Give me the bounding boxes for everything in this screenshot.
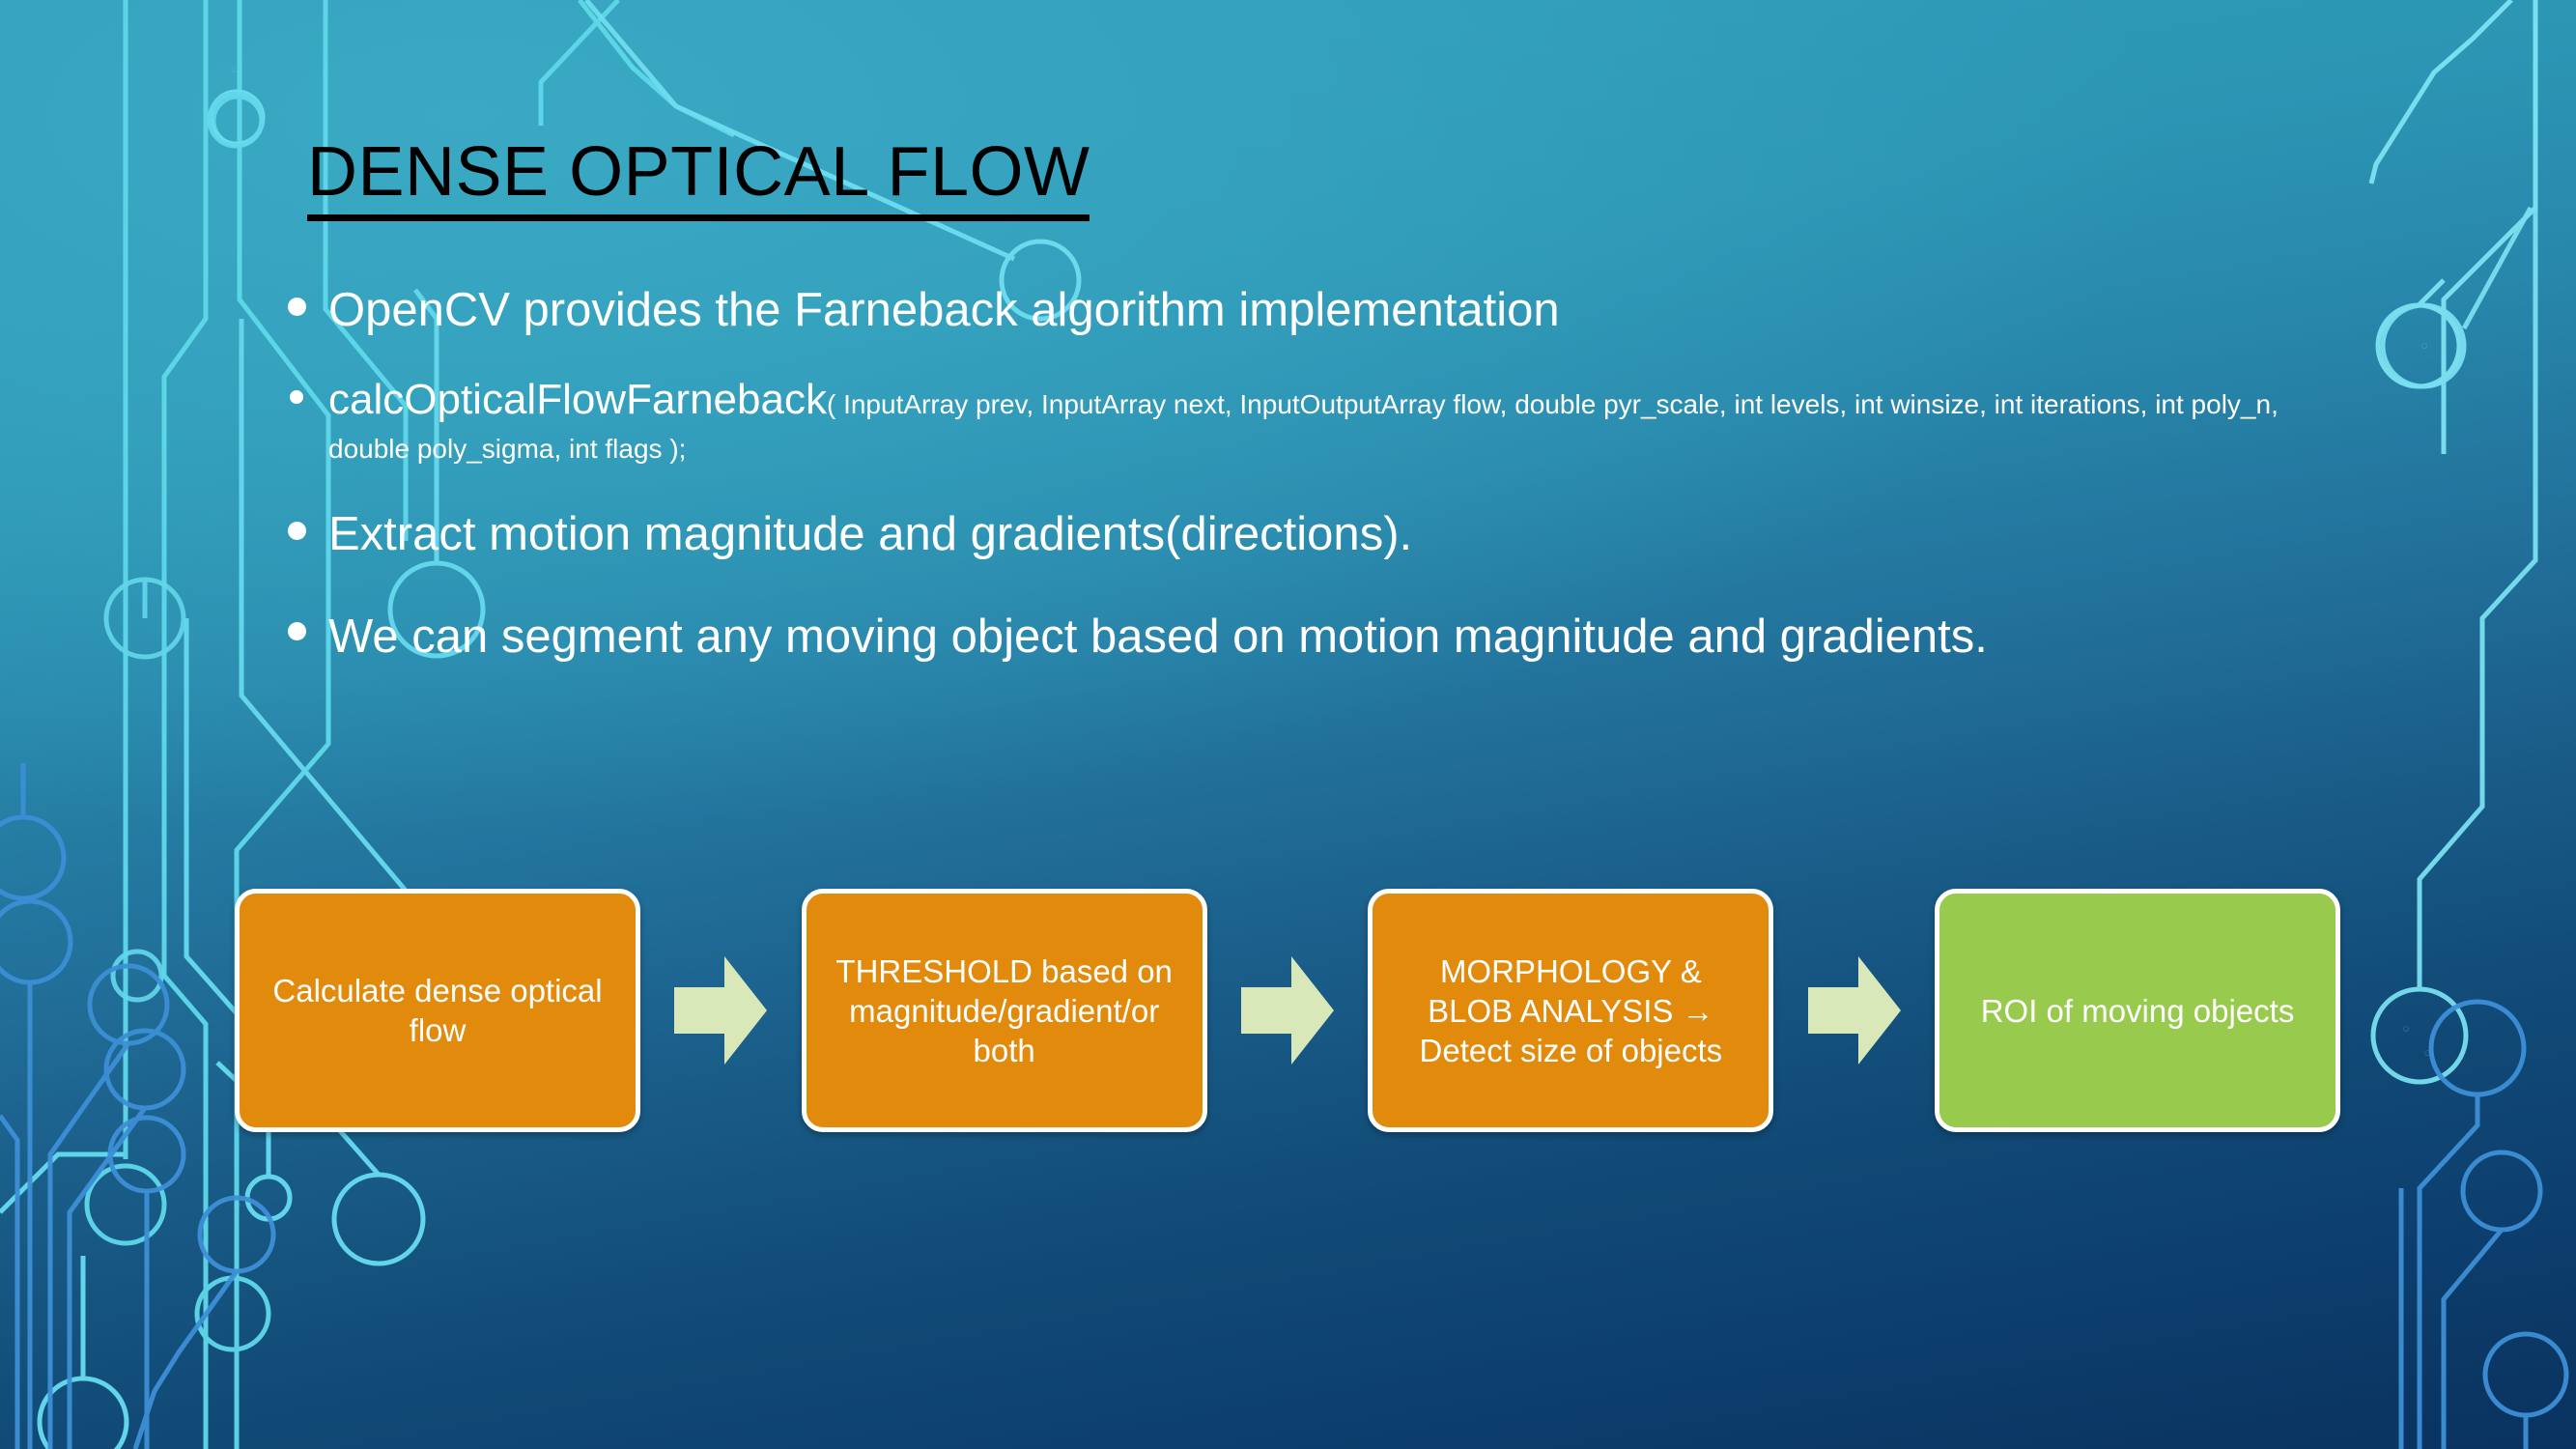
step-line: magnitude/gradient/or	[849, 992, 1160, 1029]
function-args-line-2: double poly_sigma, int flags );	[328, 434, 687, 464]
process-flow: Calculate dense optical flow THRESHOLD b…	[235, 889, 2341, 1132]
bullet-dot-icon	[290, 390, 303, 404]
step-morphology-label: MORPHOLOGY & BLOB ANALYSIS → Detect size…	[1420, 952, 1723, 1070]
step-line: THRESHOLD based on	[835, 952, 1173, 989]
bullet-extract-text: Extract motion magnitude and gradients(d…	[328, 508, 1413, 560]
function-args-line-1: ( InputArray prev, InputArray next, Inpu…	[826, 389, 2279, 419]
step-line: Calculate dense optical	[272, 973, 603, 1009]
bullet-segment: We can segment any moving object based o…	[276, 595, 2334, 678]
slide-body: OpenCV provides the Farneback algorithm …	[276, 282, 2334, 678]
bullet-extract: Extract motion magnitude and gradients(d…	[276, 506, 2334, 562]
step-threshold[interactable]: THRESHOLD based on magnitude/gradient/or…	[801, 889, 1207, 1132]
arrow-2	[1207, 956, 1369, 1065]
step-line: ROI of moving objects	[1980, 992, 2295, 1029]
step-threshold-label: THRESHOLD based on magnitude/gradient/or…	[835, 952, 1172, 1070]
arrow-1	[640, 956, 802, 1065]
bullet-opencv: OpenCV provides the Farneback algorithm …	[276, 282, 2334, 338]
arrow-3	[1773, 956, 1935, 1065]
step-line: flow	[409, 1012, 467, 1048]
bullet-dot-icon	[288, 298, 306, 316]
step-roi[interactable]: ROI of moving objects	[1935, 889, 2341, 1132]
step-line: Detect size of objects	[1419, 1032, 1723, 1068]
bullet-opencv-text: OpenCV provides the Farneback algorithm …	[328, 284, 1560, 336]
step-line: both	[973, 1032, 1035, 1068]
right-arrow-icon	[1241, 956, 1334, 1065]
page-title: DENSE OPTICAL FLOW	[307, 137, 1090, 221]
step-line: BLOB ANALYSIS →	[1428, 992, 1714, 1029]
bullet-signature: calcOpticalFlowFarneback( InputArray pre…	[276, 375, 2334, 471]
step-calculate-flow-label: Calculate dense optical flow	[272, 971, 602, 1050]
right-arrow-icon	[674, 956, 768, 1065]
function-name: calcOpticalFlowFarneback	[328, 376, 827, 423]
step-morphology[interactable]: MORPHOLOGY & BLOB ANALYSIS → Detect size…	[1368, 889, 1774, 1132]
title-container: DENSE OPTICAL FLOW	[307, 137, 1090, 221]
step-roi-label: ROI of moving objects	[1981, 991, 2295, 1031]
bullet-segment-text: We can segment any moving object based o…	[328, 611, 1988, 663]
bullet-dot-icon	[288, 622, 306, 640]
slide-canvas: DENSE OPTICAL FLOW OpenCV provides the F…	[0, 0, 2576, 1449]
step-line: MORPHOLOGY &	[1439, 952, 1702, 989]
right-arrow-icon	[1807, 956, 1901, 1065]
step-calculate-flow[interactable]: Calculate dense optical flow	[235, 889, 640, 1132]
bullet-dot-icon	[288, 522, 306, 540]
